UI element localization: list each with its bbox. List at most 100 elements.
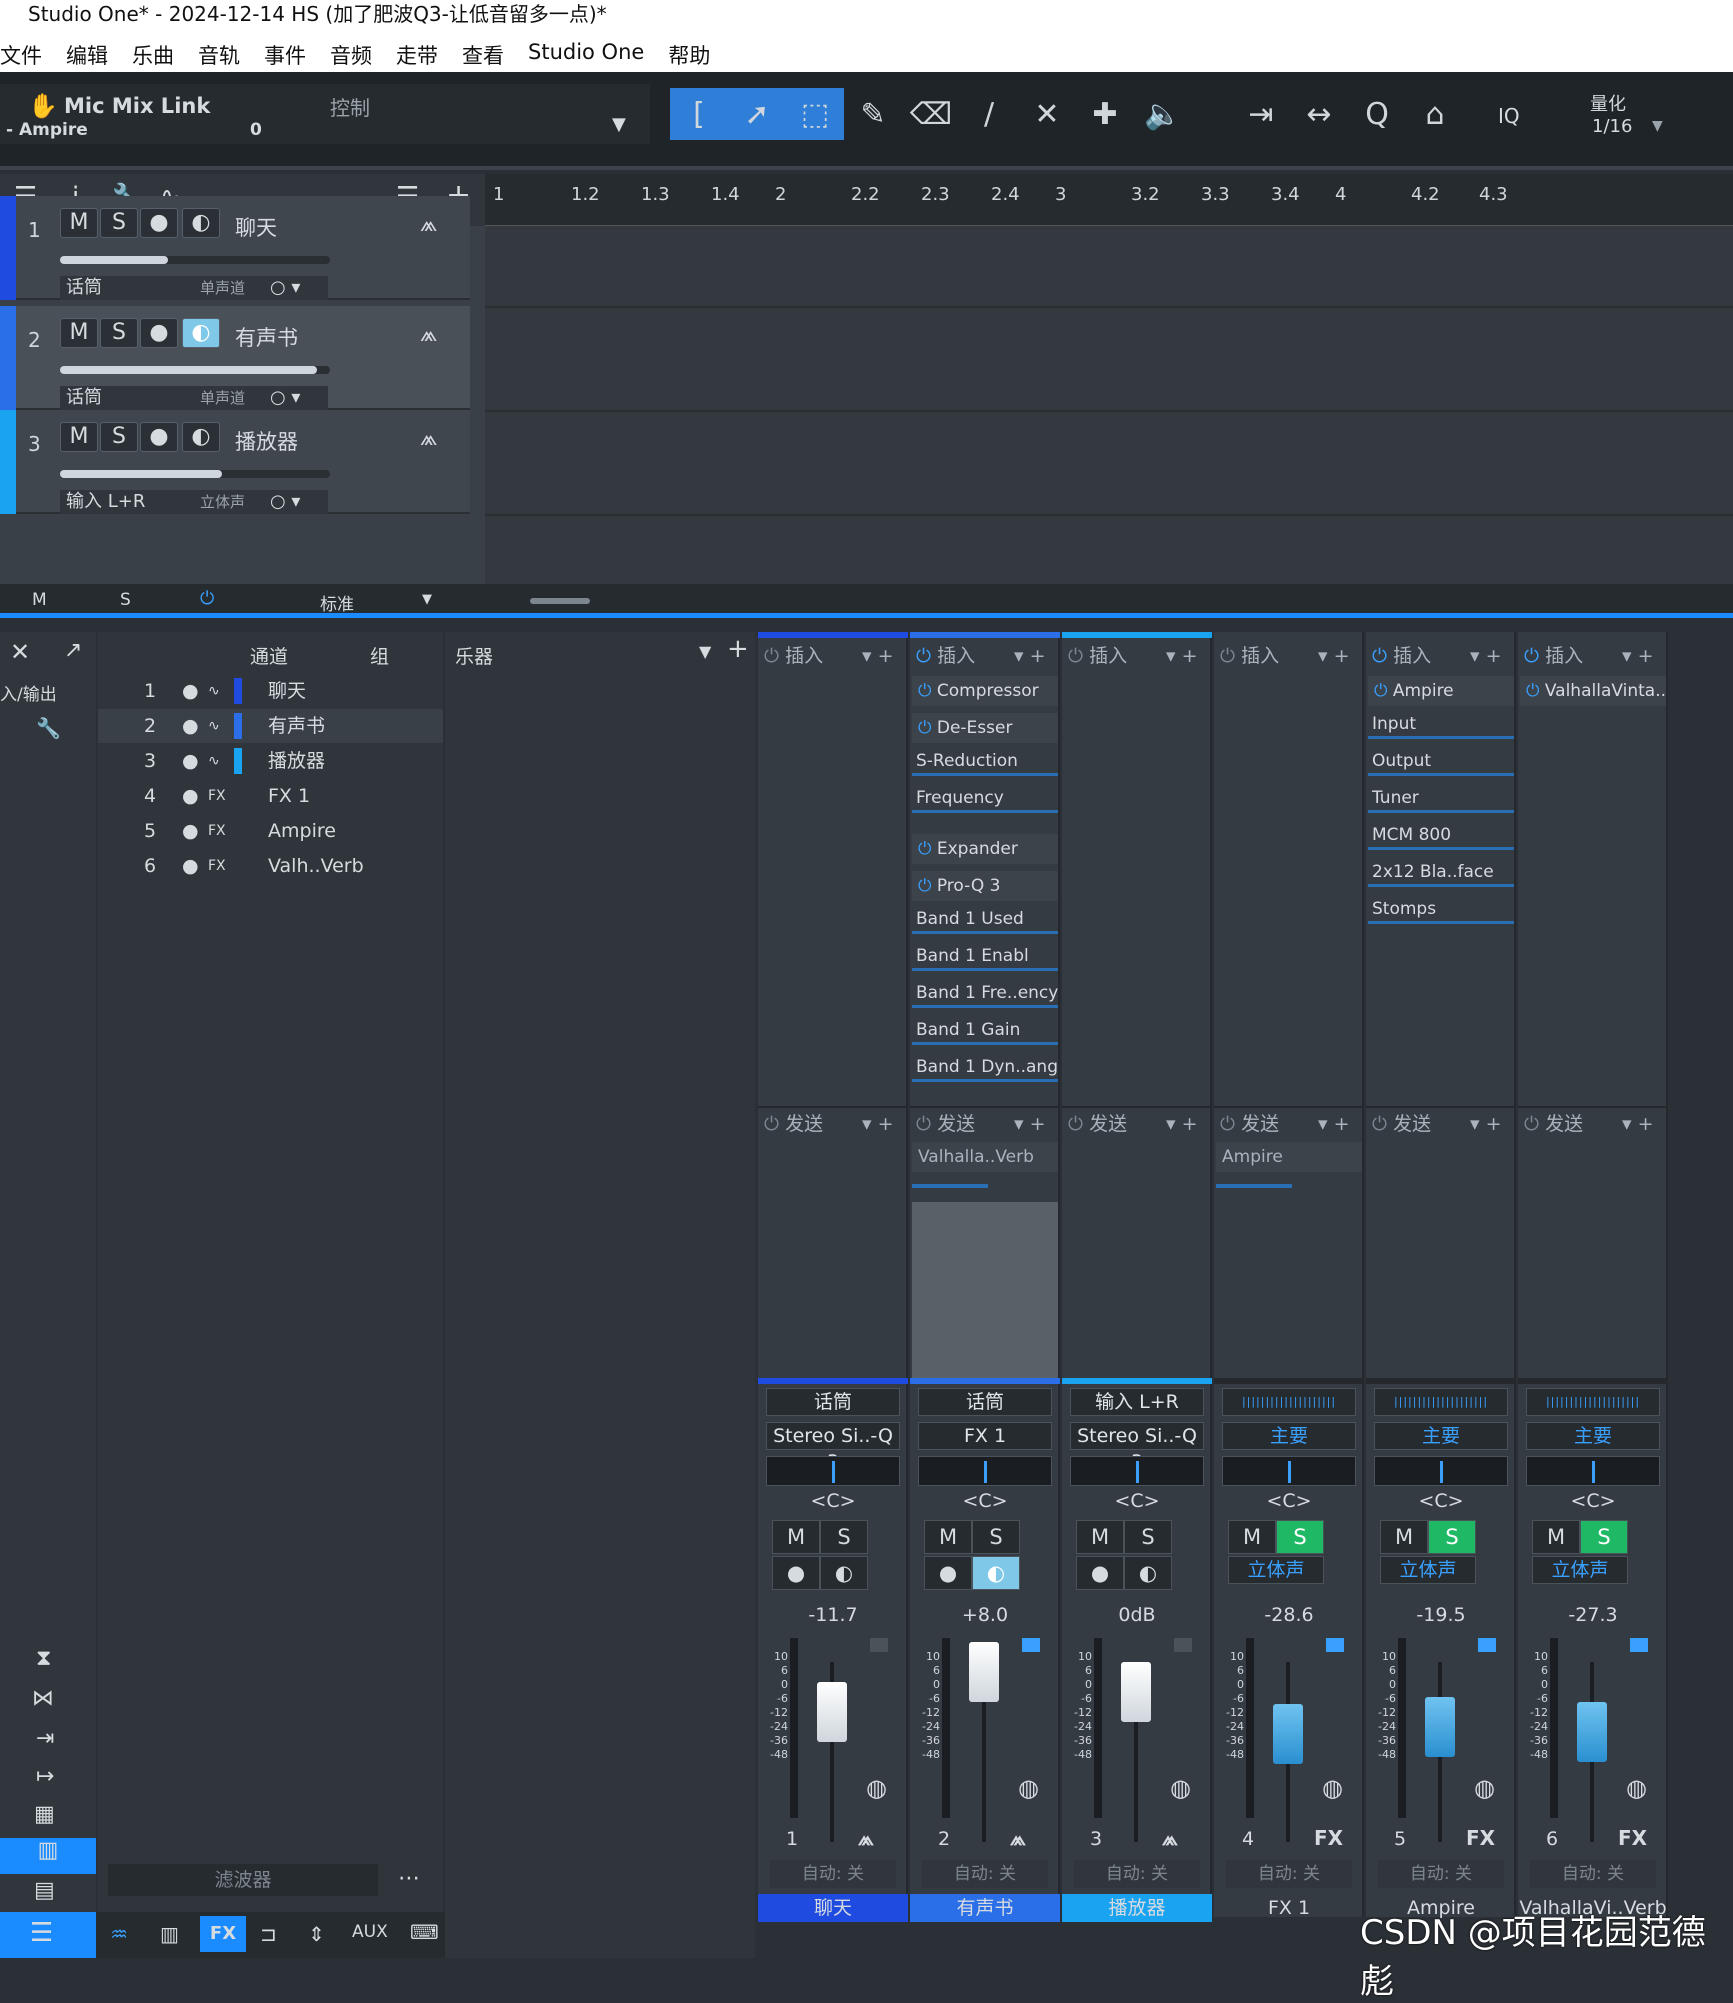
record-button[interactable]: ● xyxy=(772,1556,820,1590)
waveform-icon[interactable]: ⩕ xyxy=(420,322,437,347)
quantize-icon[interactable]: Q xyxy=(1348,88,1406,140)
visible-dot[interactable]: ● xyxy=(182,779,199,813)
waveform-icon[interactable]: ⩕ xyxy=(420,426,437,451)
listen-tool-icon[interactable]: 🔈 xyxy=(1134,88,1192,140)
fx-tab[interactable]: FX xyxy=(200,1916,246,1952)
plugin-parameter[interactable]: Band 1 Used xyxy=(912,904,1058,934)
width-icon[interactable]: ⋈ xyxy=(32,1686,54,1711)
power-icon[interactable]: ⏻ xyxy=(1220,645,1241,667)
fx-icon[interactable]: FX xyxy=(1466,1826,1495,1850)
send-header[interactable]: ⏻ 发送 ▾ + xyxy=(1366,1106,1516,1138)
channel-label[interactable]: 有声书 xyxy=(910,1894,1060,1922)
solo-button[interactable]: S xyxy=(1428,1520,1476,1554)
pan-control[interactable] xyxy=(1070,1456,1204,1486)
split-tool-icon[interactable]: ✚ xyxy=(1076,88,1134,140)
mute-button[interactable]: M xyxy=(60,208,98,238)
loop-bracket-icon[interactable]: [ xyxy=(670,88,728,140)
expand-icon[interactable]: ◍ xyxy=(1018,1774,1039,1802)
track-input-select[interactable]: 话筒 单声道 ○ ▾ xyxy=(60,276,328,300)
insert-header[interactable]: ⏻ 插入 ▾ + xyxy=(1366,640,1516,672)
send-slot[interactable]: Valhalla..Verb xyxy=(912,1142,1058,1172)
horizontal-scrollbar[interactable] xyxy=(530,598,590,604)
collapse-icon[interactable]: ⧗ xyxy=(36,1646,51,1671)
keyboard-icon[interactable]: ▥ xyxy=(0,1838,96,1874)
expand-icon[interactable]: ◍ xyxy=(1322,1774,1343,1802)
output-select[interactable]: 主要 xyxy=(1374,1422,1508,1450)
send-slot[interactable]: Ampire xyxy=(1216,1142,1362,1172)
menu-item[interactable]: 走带 xyxy=(396,34,450,72)
channel-row[interactable]: 6 ● FX Valh..Verb xyxy=(98,849,443,883)
stretch-icon[interactable]: ↔ xyxy=(1290,88,1348,140)
insert-plugin[interactable]: ⏻ Compressor xyxy=(912,676,1058,706)
track-input-select[interactable]: 话筒 单声道 ○ ▾ xyxy=(60,386,328,410)
vca-icon[interactable]: ⇕ xyxy=(308,1922,325,1946)
pan-control[interactable] xyxy=(766,1456,900,1486)
mute-button[interactable]: M xyxy=(1076,1520,1124,1554)
monitor-button[interactable]: ◐ xyxy=(972,1556,1020,1590)
automation-mode[interactable]: 自动: 关 xyxy=(1378,1860,1504,1888)
mute-tool-icon[interactable]: ✕ xyxy=(1018,88,1076,140)
menu-item[interactable]: Studio One xyxy=(528,34,656,72)
expand-icon[interactable]: ◍ xyxy=(1626,1774,1647,1802)
waveform-icon[interactable]: ⩕ xyxy=(1162,1826,1178,1850)
automation-mode[interactable]: 自动: 关 xyxy=(1226,1860,1352,1888)
arrow-tool-icon[interactable]: ➚ xyxy=(728,88,786,140)
plugin-parameter[interactable]: Frequency xyxy=(912,783,1058,813)
monitor-button[interactable]: ◐ xyxy=(182,318,220,348)
chevron-down-icon[interactable]: ▼ xyxy=(1652,118,1663,134)
track-header[interactable]: 3 M S ● ◐ 播放器 ⩕ 输入 L+R 立体声 ○ ▾ xyxy=(0,410,470,514)
solo-button[interactable]: S xyxy=(100,208,138,238)
input-select[interactable]: 输入 L+R xyxy=(1070,1388,1204,1416)
eraser-tool-icon[interactable]: ⌫ xyxy=(902,88,960,140)
iq-button[interactable]: IQ xyxy=(1498,104,1520,128)
pan-control[interactable] xyxy=(1222,1456,1356,1486)
fx-icon[interactable]: FX xyxy=(1314,1826,1343,1850)
mute-button[interactable]: M xyxy=(60,422,98,452)
snap-icon[interactable]: ⇥ xyxy=(1232,88,1290,140)
plugin-parameter[interactable]: 2x12 Bla..face xyxy=(1368,857,1514,887)
record-arm-button[interactable]: ● xyxy=(140,318,178,348)
plugin-parameter[interactable]: Band 1 Fre..ency xyxy=(912,978,1058,1008)
insert-header[interactable]: ⏻ 插入 ▾ + xyxy=(758,640,908,672)
plugin-parameter[interactable]: Band 1 Dyn..ange xyxy=(912,1052,1058,1082)
output-icon[interactable]: ↦ xyxy=(36,1764,54,1789)
channel-label[interactable]: 播放器 xyxy=(1062,1894,1212,1922)
monitor-button[interactable]: ◐ xyxy=(820,1556,868,1590)
waveform-icon[interactable]: ⩕ xyxy=(420,212,437,237)
plugin-parameter[interactable]: Output xyxy=(1368,746,1514,776)
plugin-parameter[interactable]: MCM 800 xyxy=(1368,820,1514,850)
aux-tab[interactable]: AUX xyxy=(352,1922,388,1942)
waveform-icon[interactable]: ⩕ xyxy=(1010,1826,1026,1850)
menu-item[interactable]: 乐曲 xyxy=(132,34,186,72)
visible-dot[interactable]: ● xyxy=(182,814,199,848)
track-header[interactable]: 2 M S ● ◐ 有声书 ⩕ 话筒 单声道 ○ ▾ xyxy=(0,306,470,410)
visible-dot[interactable]: ● xyxy=(182,674,199,708)
menu-item[interactable]: 查看 xyxy=(462,34,516,72)
expand-icon[interactable]: ◍ xyxy=(866,1774,887,1802)
automation-mode[interactable]: 自动: 关 xyxy=(1074,1860,1200,1888)
channel-row[interactable]: 1 ● ∿ 聊天 xyxy=(98,674,443,708)
mute-button[interactable]: M xyxy=(1228,1520,1276,1554)
send-header[interactable]: ⏻ 发送 ▾ + xyxy=(1062,1106,1212,1138)
close-icon[interactable]: ✕ xyxy=(10,638,30,666)
send-level[interactable] xyxy=(912,1184,988,1188)
input-icon[interactable]: ⇥ xyxy=(36,1726,54,1751)
waveform-icon[interactable]: ♒ xyxy=(110,1922,128,1946)
automation-mode[interactable]: 自动: 关 xyxy=(922,1860,1048,1888)
mute-button[interactable]: M xyxy=(60,318,98,348)
waveform-icon[interactable]: ⩕ xyxy=(858,1826,874,1850)
add-instrument-icon[interactable]: + xyxy=(727,634,749,664)
track-name[interactable]: 聊天 xyxy=(235,212,277,242)
channel-label[interactable]: FX 1 xyxy=(1214,1894,1364,1922)
insert-plugin[interactable]: ⏻ ValhallaVinta.. xyxy=(1520,676,1666,706)
send-header[interactable]: ⏻ 发送 ▾ + xyxy=(1518,1106,1668,1138)
view-mode-select[interactable]: 标准 xyxy=(320,590,354,615)
monitor-button[interactable]: ◐ xyxy=(1124,1556,1172,1590)
plugin-parameter[interactable]: Stomps xyxy=(1368,894,1514,924)
pencil-tool-icon[interactable]: ✎ xyxy=(844,88,902,140)
stack-icon[interactable]: ▤ xyxy=(34,1878,55,1903)
volume-fader[interactable] xyxy=(817,1682,847,1742)
pan-control[interactable] xyxy=(1526,1456,1660,1486)
more-icon[interactable]: ⋯ xyxy=(398,1866,420,1891)
solo-button[interactable]: S xyxy=(100,318,138,348)
